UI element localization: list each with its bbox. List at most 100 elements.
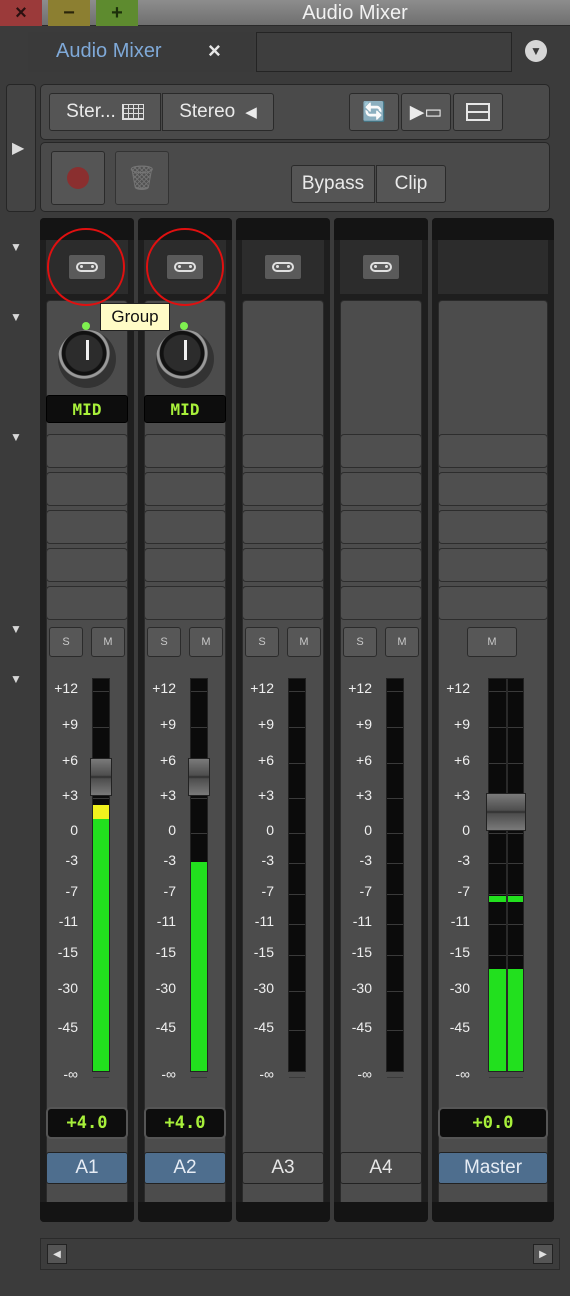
insert-slot[interactable] — [242, 472, 324, 506]
collapse-arrow-icon[interactable]: ▼ — [10, 622, 22, 636]
meter-scale-label: -15 — [351, 944, 372, 960]
insert-slot[interactable] — [340, 472, 422, 506]
meter-scale-label: 0 — [168, 822, 176, 838]
mix-mode-button[interactable]: Ster... — [49, 93, 161, 131]
meter-gridline — [489, 1077, 523, 1078]
insert-slot[interactable] — [144, 472, 226, 506]
channel-name-button[interactable]: Master — [438, 1152, 548, 1184]
insert-slot[interactable] — [46, 472, 128, 506]
insert-slot[interactable] — [242, 586, 324, 620]
record-icon — [67, 167, 89, 189]
meter-scale-label: +6 — [62, 752, 78, 768]
meter-gridline — [289, 833, 305, 834]
collapse-arrow-icon[interactable]: ▼ — [10, 672, 22, 686]
tab-label: Audio Mixer — [56, 40, 162, 62]
meter-scale-label: -45 — [253, 1019, 274, 1035]
bypass-button[interactable]: Bypass — [291, 165, 375, 203]
tab-audio-mixer[interactable]: Audio Mixer × — [28, 32, 254, 72]
group-button[interactable] — [362, 254, 400, 280]
clip-button[interactable]: Clip — [376, 165, 446, 203]
meter-gridline — [289, 955, 305, 956]
insert-slot[interactable] — [438, 586, 548, 620]
mute-button[interactable]: M — [385, 627, 419, 657]
speaker-refresh-icon: 🔄 — [362, 102, 386, 123]
play-monitor-button[interactable]: ▶▭ — [401, 93, 451, 131]
delete-button[interactable]: 🗑 — [115, 151, 169, 205]
insert-slot[interactable] — [144, 510, 226, 544]
zoom-window-button[interactable]: + — [96, 0, 138, 26]
mute-button[interactable]: M — [287, 627, 321, 657]
mute-button[interactable]: M — [189, 627, 223, 657]
meter-gridline — [387, 924, 403, 925]
strip-footer — [138, 1202, 232, 1222]
insert-slot[interactable] — [438, 548, 548, 582]
collapse-arrow-icon[interactable]: ▼ — [10, 310, 22, 324]
meter-scale-label: -∞ — [455, 1066, 470, 1082]
group-area — [242, 240, 324, 294]
group-button[interactable] — [264, 254, 302, 280]
panel-menu-button[interactable]: ▼ — [518, 34, 554, 68]
minimize-window-button[interactable]: − — [48, 0, 90, 26]
pan-value-display: MID — [46, 395, 128, 423]
volume-fader[interactable] — [90, 758, 112, 796]
horizontal-scrollbar[interactable]: ◀ ▶ — [40, 1238, 560, 1270]
insert-slot[interactable] — [46, 586, 128, 620]
meter-peak-warning — [93, 805, 109, 819]
record-button[interactable] — [51, 151, 105, 205]
insert-slot[interactable] — [144, 434, 226, 468]
pan-knob[interactable] — [156, 330, 214, 388]
stereo-mode-button[interactable]: Stereo ◀ — [162, 93, 274, 131]
insert-slot[interactable] — [144, 548, 226, 582]
mute-button[interactable]: M — [467, 627, 517, 657]
insert-slot[interactable] — [438, 472, 548, 506]
volume-fader[interactable] — [188, 758, 210, 796]
insert-slot[interactable] — [340, 510, 422, 544]
channel-name-button[interactable]: A2 — [144, 1152, 226, 1184]
meter-scale-label: -∞ — [161, 1066, 176, 1082]
volume-fader[interactable] — [486, 793, 526, 831]
collapse-arrow-icon[interactable]: ▼ — [10, 430, 22, 444]
solo-button[interactable]: S — [147, 627, 181, 657]
insert-slot[interactable] — [242, 548, 324, 582]
close-window-button[interactable]: × — [0, 0, 42, 26]
meter-scale-label: -30 — [449, 980, 470, 996]
collapse-arrow-icon[interactable]: ▼ — [10, 240, 22, 254]
split-view-button[interactable] — [453, 93, 503, 131]
level-meter — [92, 678, 110, 1078]
insert-slot[interactable] — [46, 434, 128, 468]
meter-scale-label: +9 — [62, 716, 78, 732]
strip-footer — [432, 1202, 554, 1222]
meter-scale-label: +9 — [258, 716, 274, 732]
insert-slot[interactable] — [144, 586, 226, 620]
channel-name-button[interactable]: A1 — [46, 1152, 128, 1184]
meter-gridline — [387, 955, 403, 956]
solo-button[interactable]: S — [245, 627, 279, 657]
channel-name-button[interactable]: A3 — [242, 1152, 324, 1184]
insert-slot[interactable] — [438, 434, 548, 468]
insert-slot[interactable] — [340, 434, 422, 468]
meter-scale-label: +3 — [356, 787, 372, 803]
solo-button[interactable]: S — [49, 627, 83, 657]
insert-slot[interactable] — [242, 510, 324, 544]
tab-close-icon[interactable]: × — [208, 38, 221, 64]
expand-arrow-icon[interactable]: ▶ — [12, 138, 24, 158]
scroll-left-icon[interactable]: ◀ — [47, 1244, 67, 1264]
insert-slot[interactable] — [242, 434, 324, 468]
insert-slot[interactable] — [46, 510, 128, 544]
scroll-right-icon[interactable]: ▶ — [533, 1244, 553, 1264]
meter-scale-label: -11 — [156, 913, 176, 929]
audio-sync-button[interactable]: 🔄 — [349, 93, 399, 131]
pan-knob[interactable] — [58, 330, 116, 388]
channel-name-button[interactable]: A4 — [340, 1152, 422, 1184]
solo-button[interactable]: S — [343, 627, 377, 657]
meter-level-fill — [191, 862, 207, 1071]
insert-slot[interactable] — [340, 548, 422, 582]
insert-slot[interactable] — [438, 510, 548, 544]
insert-slot[interactable] — [340, 586, 422, 620]
meter-scale-label: 0 — [462, 822, 470, 838]
level-meter — [488, 678, 524, 1078]
mute-button[interactable]: M — [91, 627, 125, 657]
meter-gridline — [191, 1077, 207, 1078]
meter-scale-label: +3 — [258, 787, 274, 803]
insert-slot[interactable] — [46, 548, 128, 582]
